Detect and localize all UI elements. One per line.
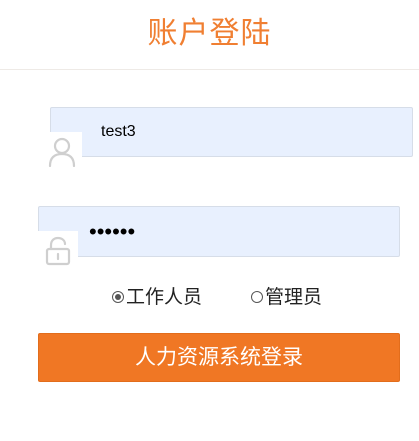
user-icon bbox=[42, 132, 82, 172]
login-page: 账户登陆 工作人员 管理员 人力资源系统登录 bbox=[0, 0, 419, 441]
login-button[interactable]: 人力资源系统登录 bbox=[38, 333, 400, 382]
radio-unchecked-icon[interactable] bbox=[251, 291, 263, 303]
username-input[interactable] bbox=[101, 108, 404, 156]
page-title: 账户登陆 bbox=[147, 16, 272, 51]
radio-checked-icon[interactable] bbox=[112, 291, 124, 303]
password-field-container bbox=[38, 206, 400, 257]
role-label-worker: 工作人员 bbox=[126, 286, 203, 308]
header-divider bbox=[0, 69, 419, 70]
role-radio-admin[interactable]: 管理员 bbox=[251, 284, 322, 310]
role-label-admin: 管理员 bbox=[265, 286, 323, 308]
role-radio-worker[interactable]: 工作人员 bbox=[112, 284, 202, 310]
unlock-icon bbox=[38, 231, 78, 271]
role-radio-group: 工作人员 管理员 bbox=[0, 284, 419, 310]
username-field-container bbox=[50, 107, 413, 157]
password-input[interactable] bbox=[89, 207, 391, 256]
